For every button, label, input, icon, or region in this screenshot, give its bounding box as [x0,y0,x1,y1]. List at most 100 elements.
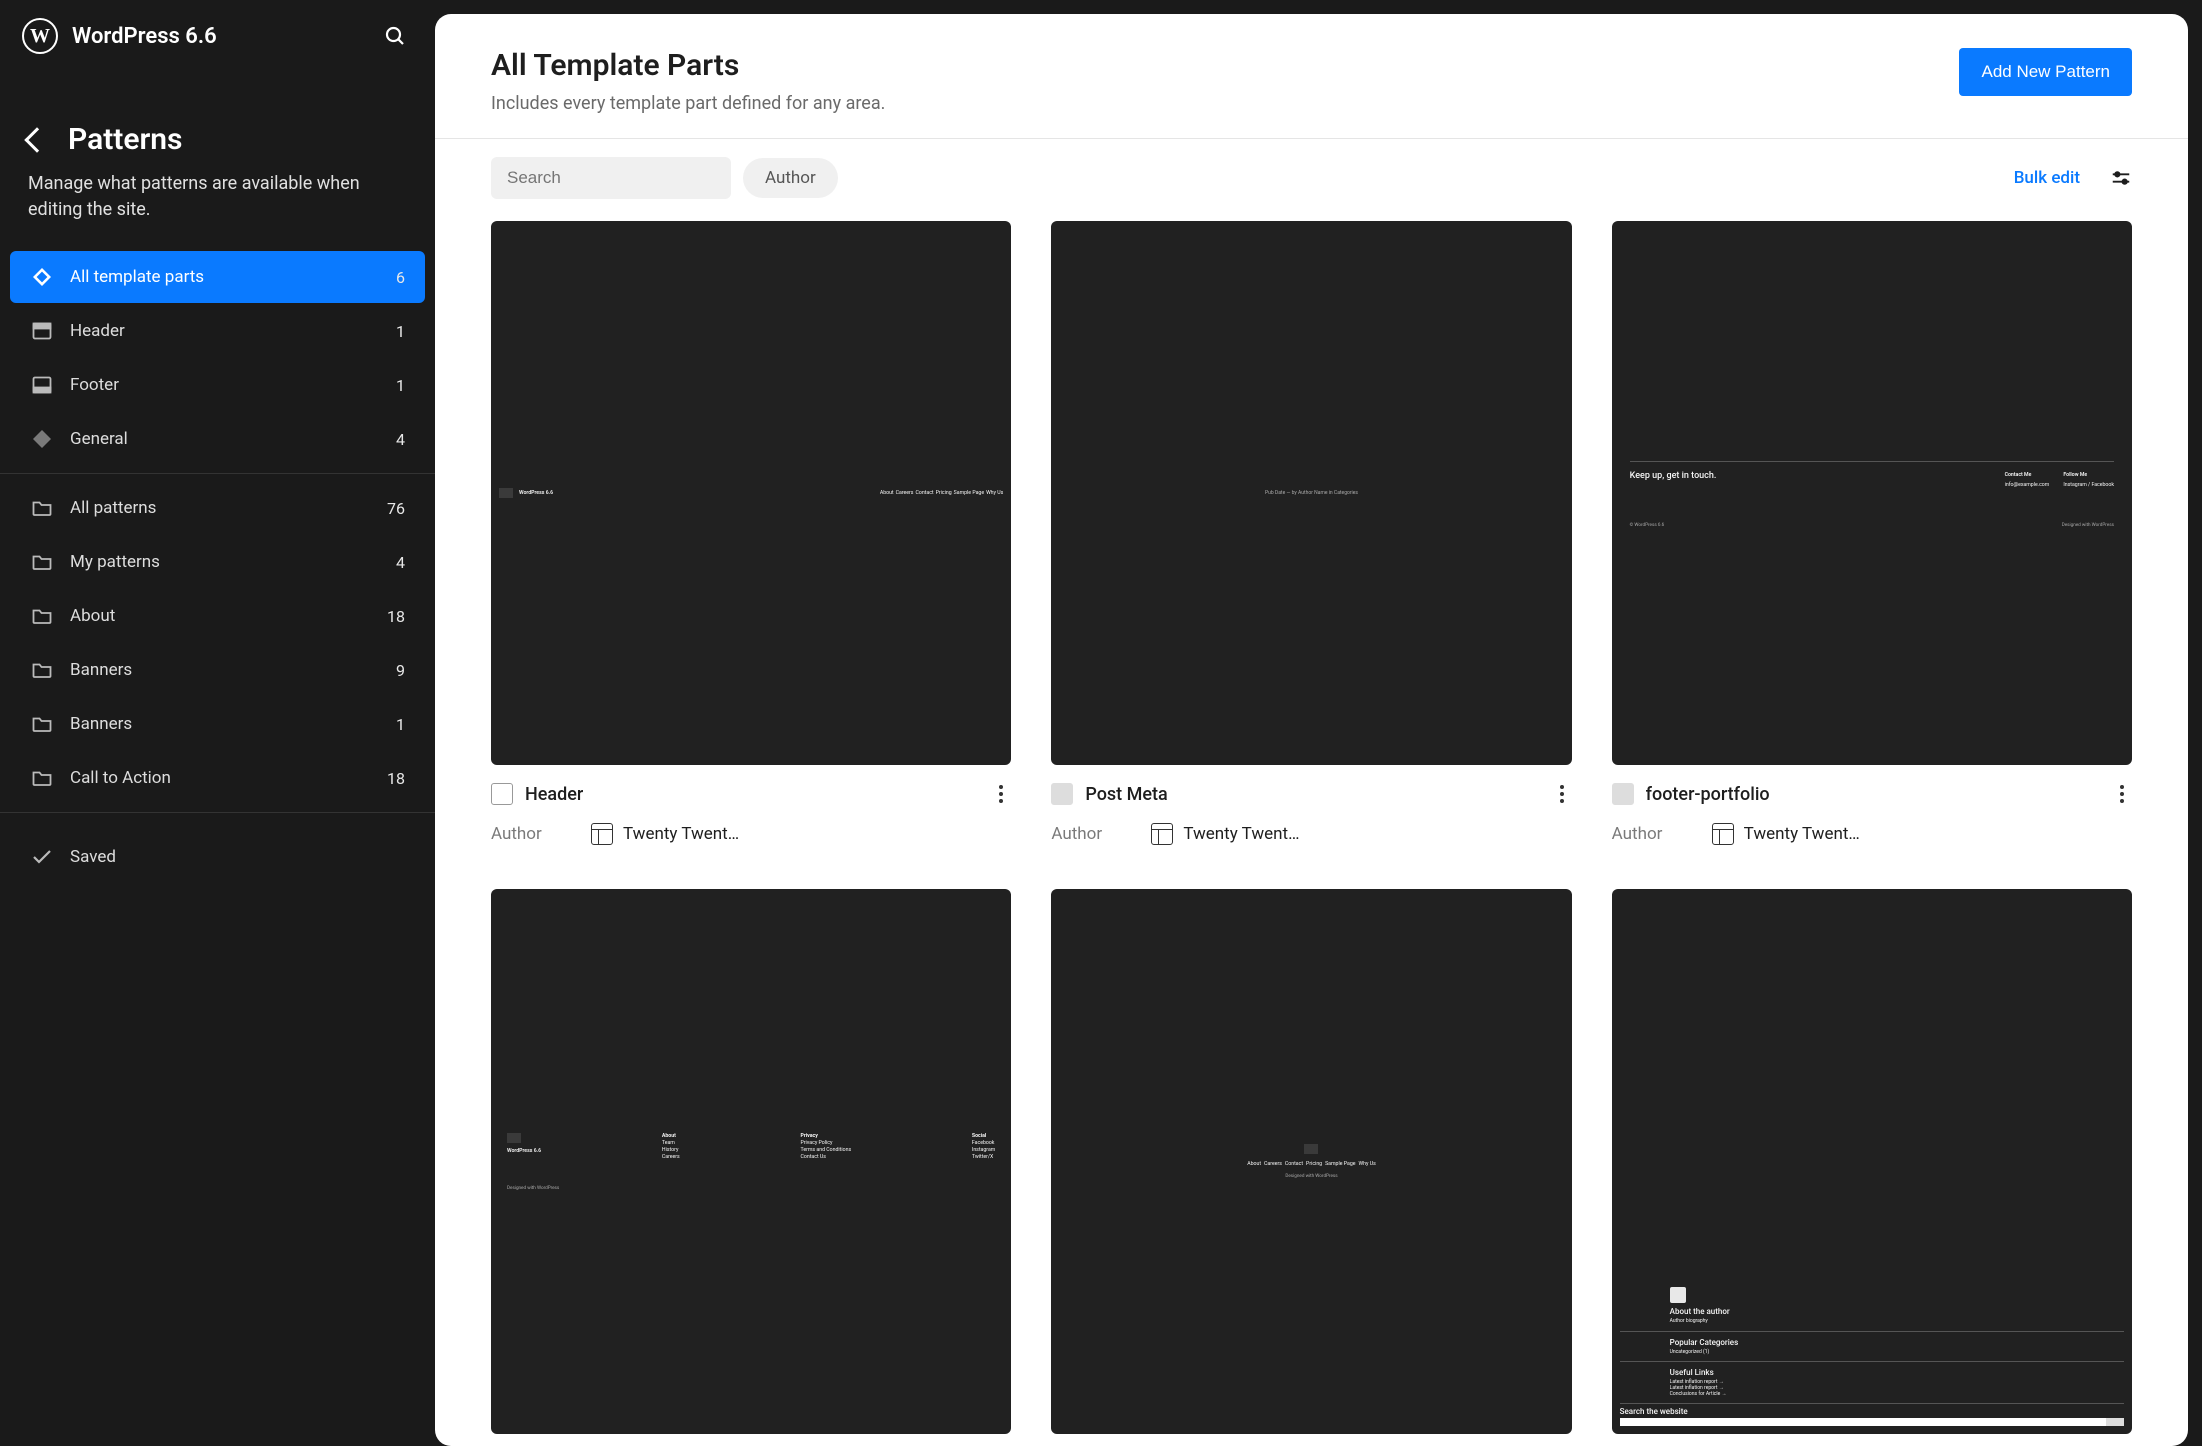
sidebar-item-count: 6 [396,268,405,287]
sidebar-item-label: My patterns [70,552,396,572]
select-checkbox[interactable] [491,783,513,805]
pattern-card: WordPress 6.6 AboutTeamHistoryCareersPri… [491,889,1011,1446]
author-label: Author [491,824,571,844]
pattern-thumbnail[interactable]: Pub Date — by Author Name in Categories [1051,221,1571,765]
header-icon [30,319,54,343]
page-title: All Template Parts [491,48,885,83]
sidebar-item-banners[interactable]: Banners9 [10,644,425,696]
sidebar-item-footer[interactable]: Footer1 [10,359,425,411]
check-icon [30,845,54,869]
general-icon [30,427,54,451]
more-actions-icon[interactable] [1552,784,1572,804]
back-icon[interactable] [24,127,49,152]
pattern-thumbnail[interactable]: About the authorAuthor biography Popular… [1612,889,2132,1433]
patterns-description: Manage what patterns are available when … [0,171,435,243]
sidebar-item-my-patterns[interactable]: My patterns4 [10,536,425,588]
pattern-title[interactable]: Header [525,784,979,805]
folder-icon [30,658,54,682]
theme-icon [1151,823,1173,845]
folder-icon [30,604,54,628]
pattern-card: Pub Date — by Author Name in Categories … [1051,221,1571,845]
sidebar-item-label: About [70,606,387,626]
sidebar-item-count: 4 [396,430,405,449]
sidebar-item-all-patterns[interactable]: All patterns76 [10,482,425,534]
sidebar-item-count: 9 [396,661,405,680]
add-new-pattern-button[interactable]: Add New Pattern [1959,48,2132,96]
sidebar-item-general[interactable]: General4 [10,413,425,465]
pattern-thumbnail[interactable]: WordPress 6.6 AboutCareersContactPricing… [491,221,1011,765]
more-actions-icon[interactable] [2112,784,2132,804]
select-checkbox[interactable] [1051,783,1073,805]
sidebar-item-count: 1 [396,376,405,395]
nav-group-template-parts: All template parts6Header1Footer1General… [0,243,435,474]
search-field[interactable] [491,157,731,199]
theme-badge[interactable]: Twenty Twent… [1712,823,1860,845]
theme-badge[interactable]: Twenty Twent… [1151,823,1299,845]
select-checkbox[interactable] [1612,783,1634,805]
sidebar-item-count: 4 [396,553,405,572]
footer-icon [30,373,54,397]
pattern-title[interactable]: footer-portfolio [1646,784,2100,805]
sidebar-item-count: 76 [387,499,405,518]
pattern-title[interactable]: Post Meta [1085,784,1539,805]
content-panel: All Template Parts Includes every templa… [435,14,2188,1446]
sidebar-item-banners[interactable]: Banners1 [10,698,425,750]
view-options-icon[interactable] [2110,167,2132,189]
sidebar-item-saved[interactable]: Saved [10,825,425,889]
patterns-title: Patterns [68,122,182,157]
sidebar-item-label: Call to Action [70,768,387,788]
search-icon[interactable] [383,24,407,48]
pattern-thumbnail[interactable]: WordPress 6.6 AboutTeamHistoryCareersPri… [491,889,1011,1433]
pattern-card: About the authorAuthor biography Popular… [1612,889,2132,1446]
site-title: WordPress 6.6 [72,24,217,49]
sidebar-item-label: Footer [70,375,396,395]
sidebar-item-about[interactable]: About18 [10,590,425,642]
theme-icon [1712,823,1734,845]
toolbar: Author Bulk edit [435,139,2188,211]
pattern-card: Keep up, get in touch. Contact Meinfo@ex… [1612,221,2132,845]
sidebar-item-count: 18 [387,607,405,626]
pattern-card: AboutCareersContactPricingSample PageWhy… [1051,889,1571,1446]
pattern-grid-scroll[interactable]: WordPress 6.6 AboutCareersContactPricing… [435,211,2188,1446]
sidebar-item-header[interactable]: Header1 [10,305,425,357]
page-subtitle: Includes every template part defined for… [491,93,885,114]
more-actions-icon[interactable] [991,784,1011,804]
theme-badge[interactable]: Twenty Twent… [591,823,739,845]
author-label: Author [1051,824,1131,844]
pattern-grid: WordPress 6.6 AboutCareersContactPricing… [491,221,2132,1446]
author-label: Author [1612,824,1692,844]
sidebar-item-label: Banners [70,660,396,680]
sidebar-item-label: Header [70,321,396,341]
theme-name: Twenty Twent… [1744,824,1860,844]
theme-name: Twenty Twent… [1183,824,1299,844]
sidebar-item-label: Banners [70,714,396,734]
folder-icon [30,766,54,790]
nav-group-pattern-folders: All patterns76My patterns4About18Banners… [0,474,435,813]
panel-header: All Template Parts Includes every templa… [435,14,2188,139]
sidebar-item-label: General [70,429,396,449]
editor-sidebar: W WordPress 6.6 Patterns Manage what pat… [0,0,435,1446]
sidebar-topbar: W WordPress 6.6 [0,0,435,72]
bulk-edit-button[interactable]: Bulk edit [2014,168,2080,188]
sidebar-item-call-to-action[interactable]: Call to Action18 [10,752,425,804]
sidebar-item-count: 1 [396,322,405,341]
pattern-thumbnail[interactable]: AboutCareersContactPricingSample PageWhy… [1051,889,1571,1433]
pattern-thumbnail[interactable]: Keep up, get in touch. Contact Meinfo@ex… [1612,221,2132,765]
theme-name: Twenty Twent… [623,824,739,844]
folder-icon [30,550,54,574]
search-input[interactable] [507,168,728,188]
sidebar-item-count: 18 [387,769,405,788]
sidebar-item-all-template-parts[interactable]: All template parts6 [10,251,425,303]
sidebar-item-label: Saved [70,847,405,867]
theme-icon [591,823,613,845]
pattern-card: WordPress 6.6 AboutCareersContactPricing… [491,221,1011,845]
sidebar-item-label: All template parts [70,267,396,287]
sidebar-item-count: 1 [396,715,405,734]
author-filter-pill[interactable]: Author [743,158,838,198]
wordpress-logo-icon[interactable]: W [22,18,58,54]
patterns-header: Patterns [0,72,435,171]
folder-icon [30,712,54,736]
sidebar-item-label: All patterns [70,498,387,518]
nav-group-footer: Saved [0,813,435,897]
template-parts-icon [30,265,54,289]
